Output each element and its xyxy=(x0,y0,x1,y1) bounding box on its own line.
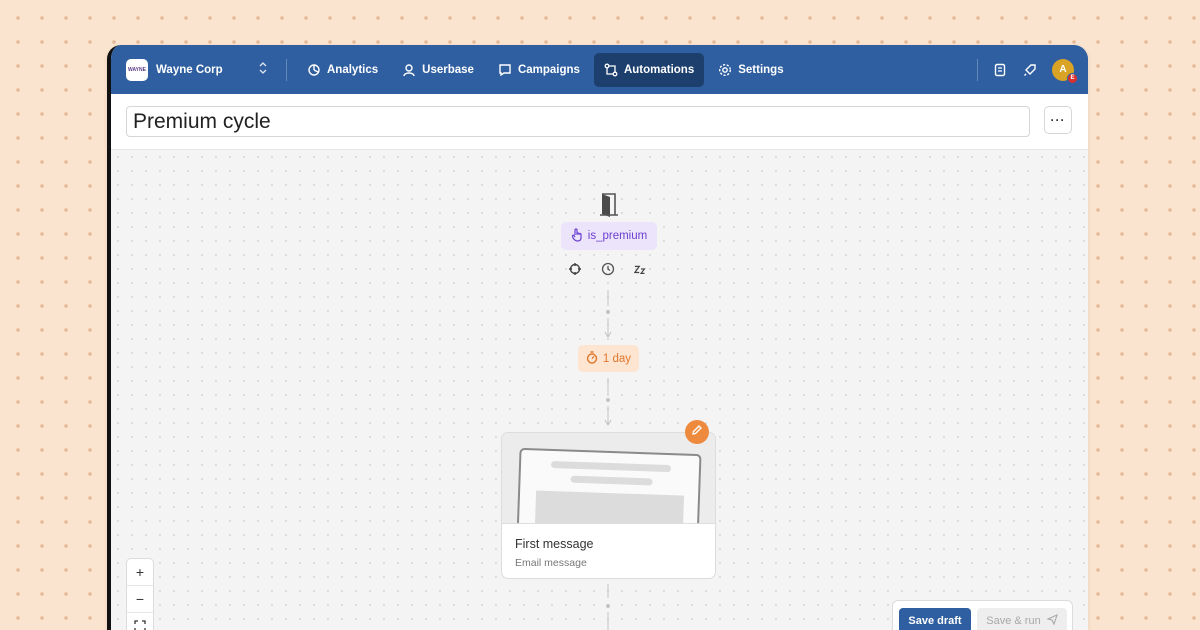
preview-block xyxy=(534,490,685,523)
nav-item-analytics[interactable]: Analytics xyxy=(297,53,388,87)
avatar[interactable]: A E xyxy=(1052,58,1078,84)
fit-view-icon xyxy=(134,619,146,630)
zoom-out-button[interactable]: − xyxy=(127,586,153,613)
nav-divider xyxy=(286,58,287,81)
zoom-in-button[interactable]: + xyxy=(127,559,153,586)
more-options-button[interactable]: ··· xyxy=(1044,106,1072,134)
pointer-hand-icon xyxy=(571,227,583,245)
topbar-actions: A E xyxy=(977,58,1078,84)
flow-canvas[interactable]: is_premium 1 day First message Email mes… xyxy=(111,150,1088,630)
trigger-event-node[interactable]: is_premium xyxy=(561,222,657,250)
flow-connector xyxy=(604,290,612,345)
nav-item-label: Automations xyxy=(623,63,695,76)
document-icon[interactable] xyxy=(992,62,1008,78)
automations-icon xyxy=(604,63,618,77)
userbase-icon xyxy=(402,63,416,77)
preview-line xyxy=(570,475,653,486)
zoom-controls: + − xyxy=(126,558,154,630)
delay-node[interactable]: 1 day xyxy=(578,345,639,372)
preview-line xyxy=(550,460,672,473)
message-title: First message xyxy=(515,537,594,551)
workspace-badge: E xyxy=(1067,72,1078,84)
save-and-run-button[interactable]: Save & run xyxy=(977,608,1067,630)
campaigns-icon xyxy=(498,63,512,77)
automation-title-input[interactable]: Premium cycle xyxy=(126,106,1030,137)
nav-item-campaigns[interactable]: Campaigns xyxy=(488,53,590,87)
message-node-card[interactable]: First message Email message xyxy=(501,432,716,579)
trigger-action-icons xyxy=(568,262,648,276)
trigger-event-label: is_premium xyxy=(587,230,648,242)
edit-message-button[interactable] xyxy=(685,420,709,444)
email-preview-sheet xyxy=(516,447,702,523)
door-entry-icon xyxy=(598,192,620,218)
org-name: Wayne Corp xyxy=(156,63,223,76)
message-type: Email message xyxy=(515,557,587,569)
chevron-updown-icon[interactable] xyxy=(258,62,268,77)
main-nav: Analytics Userbase Campaigns Automations xyxy=(297,52,794,87)
target-icon[interactable] xyxy=(568,262,582,276)
flow-connector xyxy=(604,378,612,433)
snooze-icon[interactable] xyxy=(634,262,648,276)
flow-connector xyxy=(606,584,610,630)
gear-icon xyxy=(718,63,732,77)
save-draft-button[interactable]: Save draft xyxy=(899,608,971,630)
save-run-label: Save & run xyxy=(986,615,1041,627)
delay-label: 1 day xyxy=(602,352,632,365)
avatar-initial: A xyxy=(1059,64,1067,75)
nav-item-settings[interactable]: Settings xyxy=(708,53,793,87)
app-window: WAYNE Wayne Corp Analytics Userbase Camp… xyxy=(107,45,1088,630)
rocket-icon[interactable] xyxy=(1022,62,1038,78)
top-navigation-bar: WAYNE Wayne Corp Analytics Userbase Camp… xyxy=(111,45,1088,94)
nav-item-label: Userbase xyxy=(422,63,474,76)
email-preview-thumbnail xyxy=(502,433,715,524)
send-icon xyxy=(1046,613,1058,628)
nav-item-label: Settings xyxy=(738,63,784,76)
org-logo: WAYNE xyxy=(126,58,148,81)
actions-divider xyxy=(977,58,978,81)
nav-item-userbase[interactable]: Userbase xyxy=(392,53,484,87)
stopwatch-icon xyxy=(586,350,598,367)
nav-item-label: Campaigns xyxy=(517,63,580,76)
fit-view-button[interactable] xyxy=(127,613,153,630)
org-switcher[interactable]: WAYNE Wayne Corp xyxy=(126,58,276,81)
nav-item-automations[interactable]: Automations xyxy=(593,52,705,87)
pencil-icon xyxy=(691,423,703,441)
save-actions-panel: Save draft Save & run xyxy=(892,600,1073,630)
clock-icon[interactable] xyxy=(601,262,615,276)
automation-header: Premium cycle ··· xyxy=(111,94,1088,150)
analytics-icon xyxy=(307,63,321,77)
nav-item-label: Analytics xyxy=(327,63,379,76)
